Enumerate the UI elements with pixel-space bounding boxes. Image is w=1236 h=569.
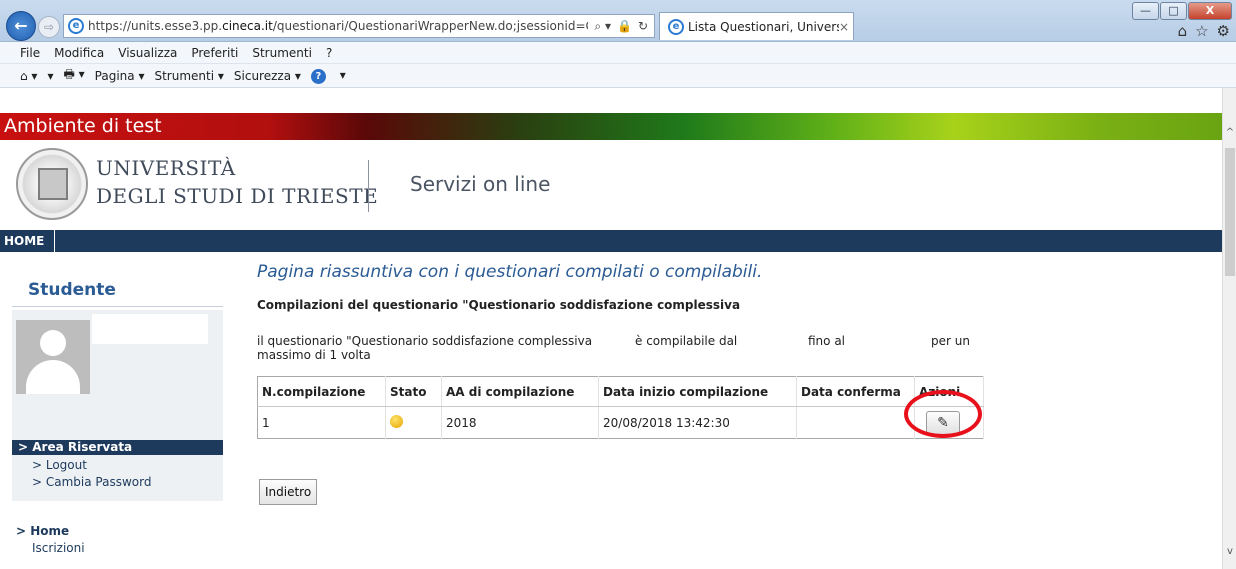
sidebar-item-iscrizioni[interactable]: Iscrizioni — [32, 541, 85, 555]
forward-arrow-icon: ⇨ — [43, 20, 55, 34]
scroll-up-icon[interactable]: ^ — [1223, 126, 1236, 140]
back-page-button[interactable]: Indietro — [259, 479, 318, 505]
cell-data-inizio: 20/08/2018 13:42:30 — [598, 406, 797, 439]
info-questionnaire: il questionario "Questionario soddisfazi… — [257, 334, 593, 348]
address-bar[interactable]: e https://units.esse3.pp.cineca.it/quest… — [63, 14, 655, 38]
gear-icon[interactable]: ⚙ — [1217, 22, 1230, 40]
ie-logo-icon: e — [68, 18, 84, 34]
header-divider — [368, 160, 369, 212]
menu-preferiti[interactable]: Preferiti — [191, 46, 238, 60]
sidebar-title: Studente — [28, 280, 116, 300]
compilations-table: N.compilazione Stato AA di compilazione … — [257, 376, 984, 439]
page-subtitle: Compilazioni del questionario "Questiona… — [257, 298, 741, 312]
maximize-button[interactable]: □ — [1160, 2, 1187, 20]
cell-n: 1 — [257, 406, 386, 439]
sidebar-item-home[interactable]: > Home — [16, 524, 69, 538]
cmd-strumenti[interactable]: Strumenti ▾ — [154, 69, 223, 83]
url-domain: cineca.it — [222, 19, 273, 33]
refresh-icon[interactable]: ↻ — [638, 19, 648, 34]
search-icon[interactable]: ⌕ ▾ — [594, 19, 611, 34]
menu-bar: File Modifica Visualizza Preferiti Strum… — [0, 42, 1236, 64]
test-environment-banner: Ambiente di test — [0, 113, 1222, 140]
avatar — [16, 320, 90, 394]
browser-tab[interactable]: e Lista Questionari, Università... × — [659, 12, 854, 40]
table-header-row: N.compilazione Stato AA di compilazione … — [257, 376, 984, 407]
sidebar: Studente > Area Riservata > Logout > Cam… — [12, 268, 223, 568]
back-arrow-icon: ← — [14, 16, 28, 35]
info-from: è compilabile dal — [635, 334, 738, 348]
close-button[interactable]: X — [1188, 2, 1232, 20]
col-n-compilazione: N.compilazione — [257, 376, 386, 407]
menu-visualizza[interactable]: Visualizza — [118, 46, 177, 60]
cell-data-conferma — [796, 406, 915, 439]
scroll-thumb[interactable] — [1225, 148, 1235, 276]
cmd-sicurezza[interactable]: Sicurezza ▾ — [234, 69, 301, 83]
tab-title: Lista Questionari, Università... — [688, 19, 839, 34]
command-bar: ⌂ ▾ ▾ 🖶 ▾ Pagina ▾ Strumenti ▾ Sicurezza… — [0, 64, 1236, 88]
seal-building — [38, 168, 68, 200]
university-name-line2: DEGLI STUDI DI TRIESTE — [96, 184, 379, 208]
lock-icon[interactable]: 🔒 — [617, 19, 632, 34]
feeds-dropdown-icon[interactable]: ▾ — [47, 69, 53, 83]
window-controls: — □ X — [1131, 2, 1232, 20]
url-text[interactable]: https://units.esse3.pp.cineca.it/questio… — [88, 19, 588, 33]
avatar-body — [26, 360, 80, 394]
menu-file[interactable]: File — [20, 46, 40, 60]
home-dropdown-icon[interactable]: ⌂ ▾ — [20, 69, 37, 83]
help-dropdown-icon: ▾ — [339, 67, 346, 82]
page-viewport: Ambiente di test UNIVERSITÀ DEGLI STUDI … — [0, 88, 1222, 569]
scroll-down-icon[interactable]: v — [1223, 545, 1236, 559]
university-seal-logo[interactable] — [16, 148, 88, 220]
home-icon[interactable]: ⌂ — [1178, 22, 1188, 40]
tab-close-icon[interactable]: × — [839, 20, 853, 34]
top-nav: HOME — [0, 230, 1222, 252]
info-until: fino al — [808, 334, 846, 348]
student-name-field — [92, 314, 208, 344]
star-icon[interactable]: ☆ — [1195, 22, 1208, 40]
sidebar-divider — [12, 306, 223, 307]
print-icon[interactable]: 🖶 ▾ — [64, 65, 85, 86]
info-max: massimo di 1 volta — [257, 348, 371, 362]
help-icon: ? — [310, 68, 326, 84]
menu-help[interactable]: ? — [326, 46, 332, 60]
cmd-pagina[interactable]: Pagina ▾ — [95, 69, 145, 83]
services-title: Servizi on line — [410, 172, 551, 196]
status-dot-icon — [390, 414, 403, 428]
sidebar-item-logout[interactable]: > Logout — [32, 458, 87, 472]
site-header: UNIVERSITÀ DEGLI STUDI DI TRIESTE Serviz… — [0, 140, 1222, 230]
menu-strumenti[interactable]: Strumenti — [252, 46, 312, 60]
tab-favicon-icon: e — [668, 18, 684, 35]
nav-home-link[interactable]: HOME — [4, 230, 56, 252]
forward-button[interactable]: ⇨ — [38, 16, 60, 38]
vertical-scrollbar[interactable]: ^ v — [1222, 88, 1236, 569]
url-path: /questionari/QuestionariWrapperNew.do;js… — [272, 19, 589, 33]
sidebar-links: > Logout > Cambia Password — [12, 455, 223, 501]
avatar-head — [40, 330, 66, 356]
sidebar-item-area-riservata[interactable]: > Area Riservata — [12, 440, 223, 455]
sidebar-item-change-password[interactable]: > Cambia Password — [32, 475, 151, 489]
url-prefix: https://units.esse3.pp. — [88, 19, 223, 33]
info-per: per un — [931, 334, 970, 348]
col-stato: Stato — [385, 376, 442, 407]
minimize-button[interactable]: — — [1132, 2, 1159, 20]
page-title: Pagina riassuntiva con i questionari com… — [257, 262, 763, 282]
help-button[interactable]: ? ▾ — [310, 67, 356, 84]
back-button[interactable]: ← — [6, 11, 36, 41]
col-data-conferma: Data conferma — [796, 376, 915, 407]
cell-aa: 2018 — [441, 406, 599, 439]
university-name-line1: UNIVERSITÀ — [96, 156, 236, 180]
menu-modifica[interactable]: Modifica — [54, 46, 104, 60]
col-aa: AA di compilazione — [441, 376, 599, 407]
browser-titlebar: ← ⇨ e https://units.esse3.pp.cineca.it/q… — [0, 0, 1236, 42]
highlight-circle — [904, 390, 982, 438]
table-row: 1 2018 20/08/2018 13:42:30 ✎ — [257, 406, 984, 439]
cell-stato — [385, 406, 442, 439]
col-data-inizio: Data inizio compilazione — [598, 376, 797, 407]
